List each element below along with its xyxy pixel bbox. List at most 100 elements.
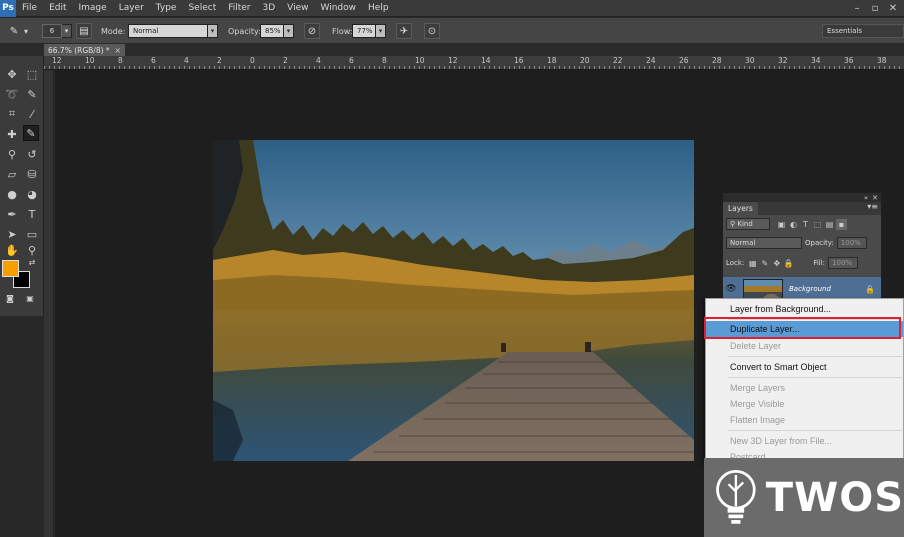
menu-view[interactable]: View [281,3,314,13]
tab-layers[interactable]: Layers [723,202,758,215]
screen-mode-icon[interactable]: ▣ [22,290,38,306]
document-tab[interactable]: 66.7% (RGB/8) * × [44,44,125,56]
close-icon[interactable]: × [115,46,121,55]
menu-file[interactable]: File [16,3,43,13]
paint-bucket-tool-icon[interactable]: ⛁ [24,166,40,182]
menu-image[interactable]: Image [73,3,113,13]
quick-select-tool-icon[interactable]: ✎ [24,86,40,102]
horizontal-ruler: 12 10 8 6 4 2 0 2 4 6 8 10 12 14 16 18 20 22 24 26 28 30 32 34 3… [44,56,904,70]
lasso-tool-icon[interactable]: ➰ [4,86,20,102]
close-icon[interactable]: ✕ [872,194,878,202]
menu-select[interactable]: Select [182,3,222,13]
menu-3d[interactable]: 3D [257,3,282,13]
layer-thumbnail [743,279,783,299]
lock-all-icon[interactable]: 🔒 [783,258,794,269]
menu-item-delete-layer[interactable]: Delete Layer [706,338,903,354]
filter-toggle-icon[interactable]: ▪ [836,218,847,230]
lake-photo[interactable] [213,140,694,461]
quick-mask-icon[interactable]: ◙ [2,290,18,306]
menu-edit[interactable]: Edit [43,3,72,13]
pen-tool-icon[interactable]: ✒ [4,206,20,222]
document-tab-bar: 66.7% (RGB/8) * × [0,44,904,56]
swap-colors-icon[interactable]: ⇄ [24,254,40,270]
eraser-tool-icon[interactable]: ▱ [4,166,20,182]
ruler-tick-label: 6 [151,56,156,65]
brush-tool-icon[interactable]: ✎ [23,125,39,141]
eye-icon[interactable]: 👁 [723,284,739,294]
chevron-down-icon: ▾ [208,24,218,38]
pressure-size-toggle[interactable]: ⊙ [424,23,440,39]
brush-tool-preset-icon[interactable]: ✎ ▾ [6,23,28,39]
lightbulb-icon [716,469,756,524]
menu-item-merge-layers[interactable]: Merge Layers [706,380,903,396]
ruler-tick-label: 2 [217,56,222,65]
menu-item-merge-visible[interactable]: Merge Visible [706,396,903,412]
panel-tab-row: Layers ▾≡ [723,202,881,215]
filter-kind-select[interactable]: ⚲ Kind [726,218,770,230]
foreground-color-swatch[interactable] [2,260,19,277]
marquee-tool-icon[interactable]: ⬚ [24,66,40,82]
eyedropper-tool-icon[interactable]: ⁄ [24,106,40,122]
collapse-panel-icon[interactable]: « [864,194,868,202]
menu-separator [728,377,902,378]
ruler-tick-label: 26 [679,56,689,65]
filter-smart-object-icon[interactable]: ▤ [824,219,835,230]
panel-menu-icon[interactable]: ▾≡ [867,202,878,211]
menu-window[interactable]: Window [315,3,363,13]
menu-help[interactable]: Help [362,3,395,13]
ruler-tick-label: 14 [481,56,491,65]
minimize-icon[interactable]: – [850,1,864,15]
toolbox: ✥ ⬚ ➰ ✎ ⌗ ⁄ ✚ ✎ ⚲ ↺ ▱ ⛁ ● ◕ ✒ T ➤ ▭ ✋ ⚲ … [0,56,44,316]
menu-item-flatten-image[interactable]: Flatten Image [706,412,903,428]
clone-stamp-tool-icon[interactable]: ⚲ [4,146,20,162]
blur-tool-icon[interactable]: ● [4,186,20,202]
pressure-size-icon: ⊙ [424,23,440,39]
type-tool-icon[interactable]: T [24,206,40,222]
brush-panel-toggle[interactable]: ▤ [76,23,92,39]
menu-item-layer-from-background[interactable]: Layer from Background... [706,301,903,317]
menu-item-convert-to-smart-object[interactable]: Convert to Smart Object [706,359,903,375]
lock-position-icon[interactable]: ✥ [771,258,782,269]
filter-adjustment-icon[interactable]: ◐ [788,219,799,230]
mode-select[interactable]: Normal ▾ [128,23,218,39]
airbrush-toggle[interactable]: ✈ [396,23,412,39]
flow-input[interactable]: 77% ▾ [352,23,386,39]
layer-filter-row: ⚲ Kind ▣ ◐ T ⬚ ▤ ▪ [723,218,881,230]
lock-transparent-icon[interactable]: ▦ [747,258,758,269]
menu-filter[interactable]: Filter [222,3,256,13]
ruler-tick-label: 20 [580,56,590,65]
workspace-value: Essentials [822,24,904,38]
ruler-tick-label: 8 [382,56,387,65]
workspace-switcher[interactable]: Essentials [822,23,904,39]
move-tool-icon[interactable]: ✥ [4,66,20,82]
hand-tool-icon[interactable]: ✋ [4,242,20,258]
path-selection-tool-icon[interactable]: ➤ [4,226,20,242]
blend-mode-select[interactable]: Normal [726,237,802,249]
shape-tool-icon[interactable]: ▭ [24,226,40,242]
opacity-input[interactable]: 85% ▾ [260,23,294,39]
menu-type[interactable]: Type [150,3,183,13]
lock-image-icon[interactable]: ✎ [759,258,770,269]
close-icon[interactable]: ✕ [886,1,900,15]
filter-pixel-icon[interactable]: ▣ [776,219,787,230]
history-brush-tool-icon[interactable]: ↺ [24,146,40,162]
pressure-opacity-toggle[interactable]: ⊘ [304,23,320,39]
filter-type-icon[interactable]: T [800,219,811,230]
ruler-tick-label: 4 [184,56,189,65]
layer-opacity-input[interactable]: 100% [836,237,867,249]
pressure-opacity-icon: ⊘ [304,23,320,39]
photoshop-window: Ps File Edit Image Layer Type Select Fil… [0,0,904,537]
fill-input[interactable]: 100% [828,257,859,269]
ruler-tick-label: 16 [514,56,524,65]
menu-separator [728,356,902,357]
crop-tool-icon[interactable]: ⌗ [4,106,20,122]
brush-size-picker[interactable]: 6 ▾ [42,23,72,39]
menu-item-new-3d-layer-from-file[interactable]: New 3D Layer from File... [706,433,903,449]
ruler-tick-label: 12 [448,56,458,65]
healing-brush-tool-icon[interactable]: ✚ [4,126,20,142]
menu-layer[interactable]: Layer [113,3,150,13]
ruler-tick-label: 2 [283,56,288,65]
filter-shape-icon[interactable]: ⬚ [812,219,823,230]
maximize-icon[interactable]: ▫ [868,1,882,15]
dodge-tool-icon[interactable]: ◕ [24,186,40,202]
